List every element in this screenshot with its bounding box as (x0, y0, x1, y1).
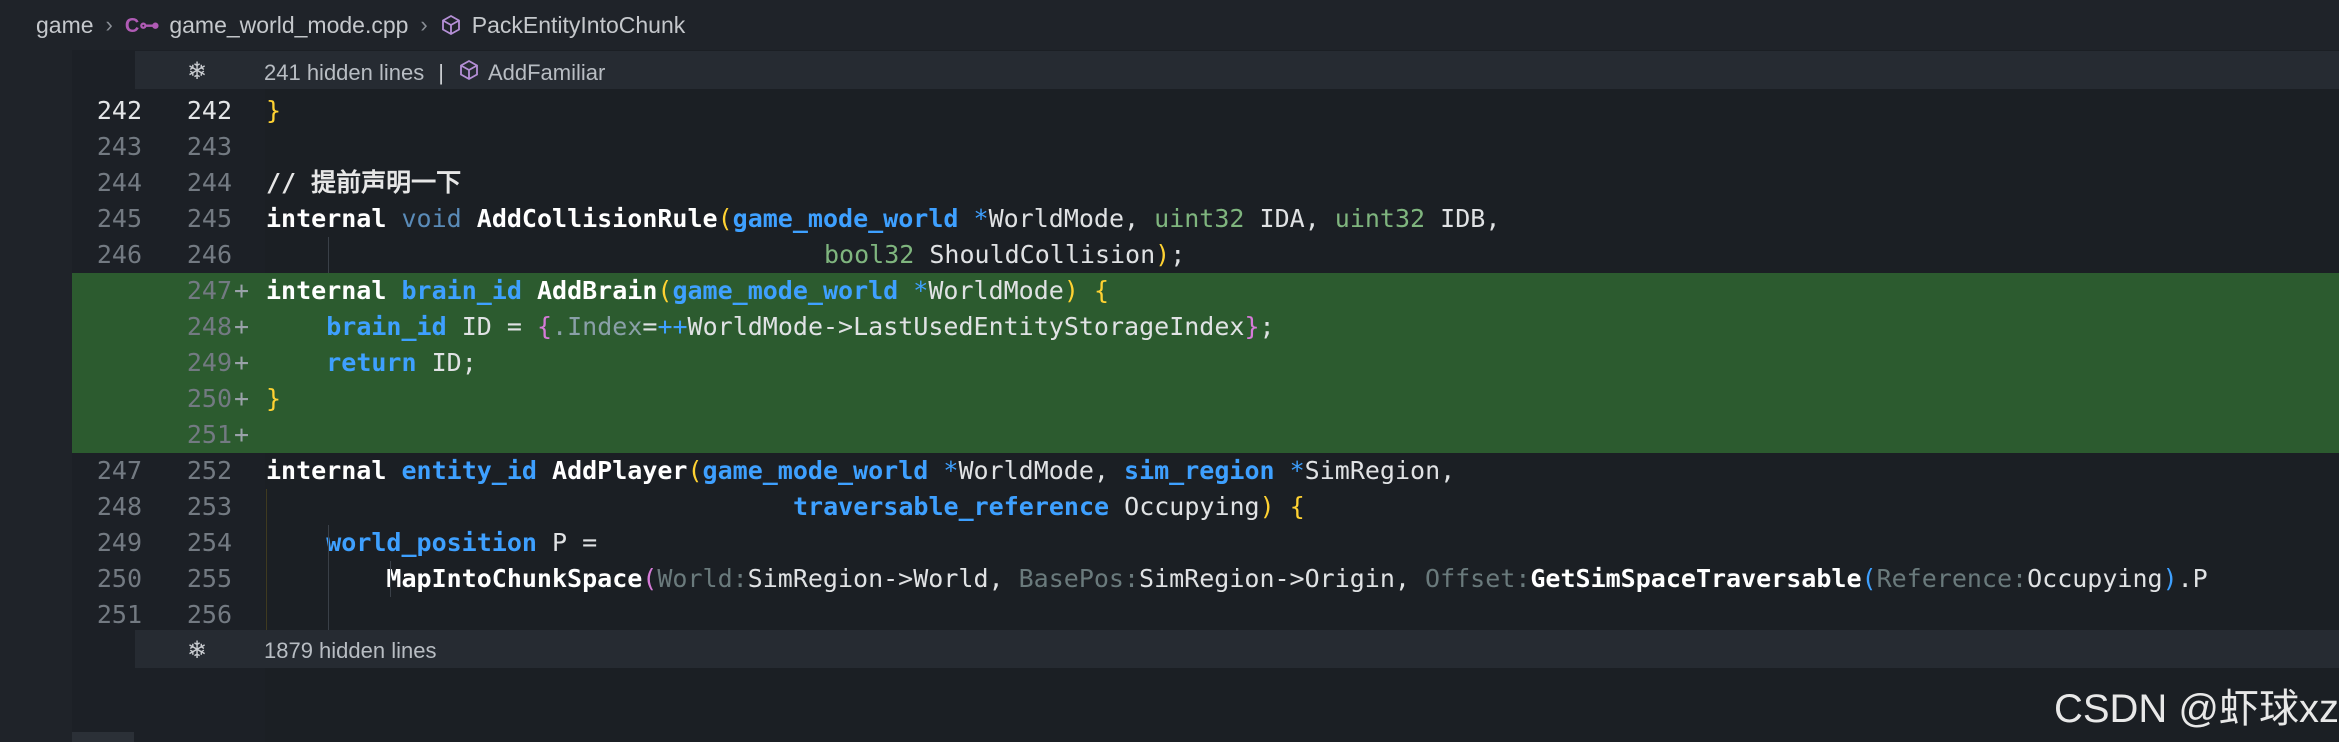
hidden-lines-bar-top[interactable]: ❄ 241 hidden lines | AddFamiliar (135, 51, 2339, 89)
added-code-line[interactable]: 249 + return ID; (72, 345, 2339, 381)
new-line-number: 252 (186, 456, 232, 485)
watermark: CSDN @虾球xz (2053, 687, 2339, 731)
old-line-number: 249 (96, 528, 142, 557)
breadcrumb: game › C⊶ game_world_mode.cpp › PackEnti… (0, 0, 2339, 50)
indent-guide (390, 561, 391, 597)
added-code-line[interactable]: 251 + (72, 417, 2339, 453)
expand-snowflake-icon[interactable]: ❄ (187, 636, 207, 665)
new-line-number: 247 (186, 276, 232, 305)
new-line-number: 253 (186, 492, 232, 521)
code-line[interactable]: 243 243 (72, 129, 2339, 165)
editor-margin (0, 50, 72, 742)
cube-symbol-icon (458, 59, 480, 87)
new-line-number: 254 (186, 528, 232, 557)
code-line[interactable]: 244 244 // 提前声明一下 (72, 165, 2339, 201)
code-text: } (266, 96, 282, 125)
code-line[interactable]: 242 242 } (72, 93, 2339, 129)
old-line-number: 250 (96, 564, 142, 593)
added-marker: + (234, 384, 250, 413)
code-text: return ID; (326, 348, 477, 377)
horizontal-scrollbar[interactable] (72, 732, 134, 742)
old-line-number: 245 (96, 204, 142, 233)
code-text: bool32 ShouldCollision); (824, 240, 1186, 269)
cpp-file-icon: C⊶ (124, 14, 160, 37)
code-text: internal void AddCollisionRule(game_mode… (266, 204, 1501, 233)
added-marker: + (234, 312, 250, 341)
code-line[interactable]: 249 254 world_position P = (72, 525, 2339, 561)
new-line-number: 246 (186, 240, 232, 269)
new-line-number: 243 (186, 132, 232, 161)
new-line-number: 249 (186, 348, 232, 377)
old-line-number: 247 (96, 456, 142, 485)
code-line[interactable]: 246 246 bool32 ShouldCollision); (72, 237, 2339, 273)
comment: // 提前声明一下 (266, 168, 462, 197)
indent-guide (328, 237, 329, 273)
code-line[interactable]: 251 256 (72, 597, 2339, 633)
code-text: world_position P = (326, 528, 598, 557)
indent-guide (266, 489, 267, 633)
code-line[interactable]: 250 255 MapIntoChunkSpace(World:SimRegio… (72, 561, 2339, 597)
expand-snowflake-icon[interactable]: ❄ (187, 57, 207, 86)
code-text: } (266, 384, 282, 413)
code-line[interactable]: 247 252 internal entity_id AddPlayer(gam… (72, 453, 2339, 489)
breadcrumb-symbol[interactable]: PackEntityIntoChunk (472, 12, 686, 39)
hidden-lines-count: 241 hidden lines (264, 60, 425, 85)
old-line-number: 242 (96, 96, 142, 125)
new-line-number: 251 (186, 420, 232, 449)
added-code-line[interactable]: 250 + } (72, 381, 2339, 417)
new-line-number: 248 (186, 312, 232, 341)
code-text: brain_id ID = {.Index=++WorldMode->LastU… (326, 312, 1275, 341)
chevron-right-icon: › (105, 12, 113, 37)
new-line-number: 256 (186, 600, 232, 629)
old-line-number: 248 (96, 492, 142, 521)
new-line-number: 250 (186, 384, 232, 413)
code-line[interactable]: 248 253 traversable_reference Occupying)… (72, 489, 2339, 525)
added-marker: + (234, 348, 250, 377)
code-text: internal brain_id AddBrain(game_mode_wor… (266, 276, 1110, 305)
old-line-number: 251 (96, 600, 142, 629)
code-text: internal entity_id AddPlayer(game_mode_w… (266, 456, 1456, 485)
new-line-number: 255 (186, 564, 232, 593)
new-line-number: 244 (186, 168, 232, 197)
code-line[interactable]: 245 245 internal void AddCollisionRule(g… (72, 201, 2339, 237)
breadcrumb-folder[interactable]: game (36, 12, 94, 39)
code-text: traversable_reference Occupying) { (793, 492, 1305, 521)
old-line-number: 243 (96, 132, 142, 161)
cube-symbol-icon (440, 14, 462, 36)
old-line-number: 246 (96, 240, 142, 269)
hidden-lines-bar-bottom[interactable]: ❄ 1879 hidden lines (135, 630, 2339, 668)
new-line-number: 242 (186, 96, 232, 125)
indent-guide (328, 525, 329, 633)
separator: | (438, 60, 444, 85)
added-code-line[interactable]: 248 + brain_id ID = {.Index=++WorldMode-… (72, 309, 2339, 345)
new-line-number: 245 (186, 204, 232, 233)
code-text: MapIntoChunkSpace(World:SimRegion->World… (386, 564, 2208, 593)
breadcrumb-file[interactable]: game_world_mode.cpp (169, 12, 408, 39)
chevron-right-icon: › (420, 12, 428, 37)
hidden-lines-count: 1879 hidden lines (264, 638, 437, 663)
added-marker: + (234, 276, 250, 305)
hidden-symbol-name[interactable]: AddFamiliar (488, 60, 605, 86)
added-marker: + (234, 420, 250, 449)
old-line-number: 244 (96, 168, 142, 197)
added-code-line[interactable]: 247 + internal brain_id AddBrain(game_mo… (72, 273, 2339, 309)
